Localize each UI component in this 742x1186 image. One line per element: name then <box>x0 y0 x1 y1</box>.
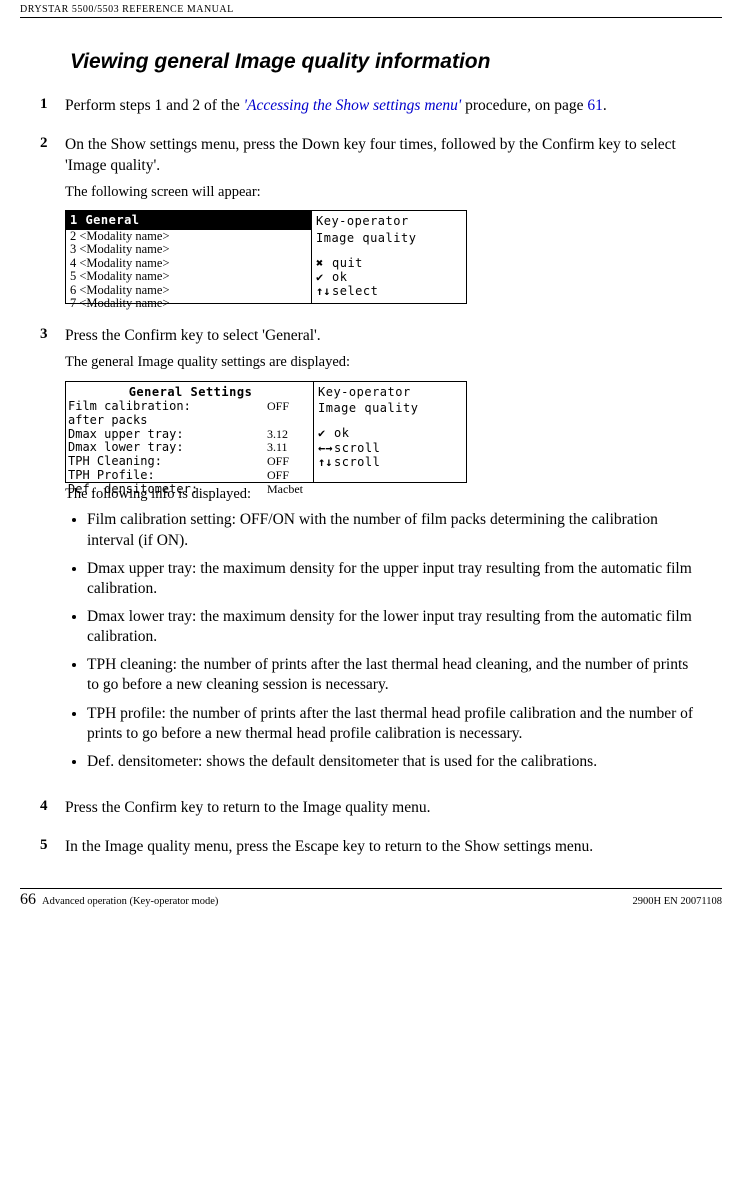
section-title: Viewing general Image quality informatio… <box>70 50 702 74</box>
gs-row-0-label: Film calibration: <box>68 400 267 414</box>
step-3-number: 3 <box>40 326 65 780</box>
gs-row-1-val <box>267 414 313 428</box>
screen-1-select-label: select <box>332 284 378 298</box>
gs-row-6-val: Macbet <box>267 483 313 497</box>
screen-1-row-7: 7 <Modality name> <box>66 297 311 311</box>
step-3: 3 Press the Confirm key to select 'Gener… <box>40 326 702 780</box>
screen-2-scroll-h-label: scroll <box>334 441 380 455</box>
gs-row-6-label: Def. densitometer: <box>68 483 267 497</box>
gs-row-1-label: after packs <box>68 414 267 428</box>
bullet-5: Def. densitometer: shows the default den… <box>87 752 702 772</box>
screen-1-quit-label: quit <box>332 256 363 270</box>
step-2: 2 On the Show settings menu, press the D… <box>40 135 702 308</box>
check-icon: ✔ <box>316 270 328 284</box>
footer-left: 66 Advanced operation (Key-operator mode… <box>20 891 218 909</box>
updown-icon: ↑↓ <box>318 455 330 469</box>
screen-1-left: 1 General 2 <Modality name> 3 <Modality … <box>66 211 312 303</box>
screen-2-icon-scroll-h: ←→ scroll <box>318 441 462 455</box>
screen-2-header-2: Image quality <box>318 400 462 416</box>
gs-row-5-val: OFF <box>267 469 313 483</box>
screen-1-row-4: 4 <Modality name> <box>66 257 311 271</box>
gs-row-0-val: OFF <box>267 400 313 414</box>
footer-left-text: Advanced operation (Key-operator mode) <box>42 896 218 907</box>
step-2-note: The following screen will appear: <box>65 183 702 203</box>
step-4-text: Press the Confirm key to return to the I… <box>65 798 702 819</box>
screen-1-header-2: Image quality <box>316 230 462 246</box>
step-1-body: Perform steps 1 and 2 of the 'Accessing … <box>65 96 702 117</box>
screen-2-right: Key-operator Image quality ✔ ok ←→ scrol… <box>314 382 466 482</box>
screen-1-row-6: 6 <Modality name> <box>66 284 311 298</box>
step-1-text-mid: procedure, on page <box>461 97 587 114</box>
screen-2-icon-scroll-v: ↑↓ scroll <box>318 455 462 469</box>
page-number: 66 <box>20 891 36 909</box>
screen-1-icon-select: ↑↓ select <box>316 284 462 298</box>
check-icon: ✔ <box>318 426 330 440</box>
step-1: 1 Perform steps 1 and 2 of the 'Accessin… <box>40 96 702 117</box>
step-5-number: 5 <box>40 837 65 858</box>
step-1-number: 1 <box>40 96 65 117</box>
gs-row-3-val: 3.11 <box>267 441 313 455</box>
screen-2-icon-ok: ✔ ok <box>318 426 462 440</box>
screen-1-icon-quit: ✖ quit <box>316 256 462 270</box>
gs-row-4-val: OFF <box>267 455 313 469</box>
gs-row-2-label: Dmax upper tray: <box>68 428 267 442</box>
bullet-list: Film calibration setting: OFF/ON with th… <box>87 510 702 772</box>
screen-1: 1 General 2 <Modality name> 3 <Modality … <box>65 210 467 304</box>
gs-row-2-val: 3.12 <box>267 428 313 442</box>
screen-2-title: General Settings <box>68 384 313 400</box>
step-2-body: On the Show settings menu, press the Dow… <box>65 135 702 308</box>
page-content: Viewing general Image quality informatio… <box>0 18 742 858</box>
screen-2: General Settings Film calibration:OFF af… <box>65 381 467 483</box>
step-3-body: Press the Confirm key to select 'General… <box>65 326 702 780</box>
step-1-page-link[interactable]: 61 <box>587 97 603 114</box>
screen-2-left: General Settings Film calibration:OFF af… <box>66 382 314 482</box>
screen-1-right: Key-operator Image quality ✖ quit ✔ ok ↑ <box>312 211 466 303</box>
screen-1-icon-ok: ✔ ok <box>316 270 462 284</box>
gs-row-5-label: TPH Profile: <box>68 469 267 483</box>
step-2-number: 2 <box>40 135 65 308</box>
bullet-0: Film calibration setting: OFF/ON with th… <box>87 510 702 550</box>
screen-1-header-1: Key-operator <box>316 213 462 229</box>
screen-1-selected: 1 General <box>66 211 311 229</box>
bullet-4: TPH profile: the number of prints after … <box>87 704 702 744</box>
step-4-number: 4 <box>40 798 65 819</box>
screen-1-row-3: 3 <Modality name> <box>66 243 311 257</box>
screen-2-scroll-v-label: scroll <box>334 455 380 469</box>
gs-row-4-label: TPH Cleaning: <box>68 455 267 469</box>
footer-right-text: 2900H EN 20071108 <box>633 896 722 907</box>
running-header-text: DRYSTAR 5500/5503 REFERENCE MANUAL <box>20 4 234 15</box>
step-5: 5 In the Image quality menu, press the E… <box>40 837 702 858</box>
step-1-link[interactable]: 'Accessing the Show settings menu' <box>244 97 462 114</box>
step-5-text: In the Image quality menu, press the Esc… <box>65 837 702 858</box>
screen-1-row-2: 2 <Modality name> <box>66 230 311 244</box>
page-footer: 66 Advanced operation (Key-operator mode… <box>20 888 722 909</box>
x-icon: ✖ <box>316 256 328 270</box>
step-1-text-pre: Perform steps 1 and 2 of the <box>65 97 244 114</box>
step-3-text: Press the Confirm key to select 'General… <box>65 326 702 347</box>
bullet-3: TPH cleaning: the number of prints after… <box>87 655 702 695</box>
step-1-text-end: . <box>603 97 607 114</box>
gs-row-3-label: Dmax lower tray: <box>68 441 267 455</box>
screen-1-ok-label: ok <box>332 270 347 284</box>
step-2-text: On the Show settings menu, press the Dow… <box>65 135 702 177</box>
screen-2-ok-label: ok <box>334 426 349 440</box>
screen-1-row-5: 5 <Modality name> <box>66 270 311 284</box>
step-3-note: The general Image quality settings are d… <box>65 353 702 373</box>
leftright-icon: ←→ <box>318 441 330 455</box>
bullet-2: Dmax lower tray: the maximum density for… <box>87 607 702 647</box>
screen-2-header-1: Key-operator <box>318 384 462 400</box>
step-4: 4 Press the Confirm key to return to the… <box>40 798 702 819</box>
updown-icon: ↑↓ <box>316 284 328 298</box>
bullet-1: Dmax upper tray: the maximum density for… <box>87 559 702 599</box>
running-header: DRYSTAR 5500/5503 REFERENCE MANUAL <box>0 0 742 18</box>
